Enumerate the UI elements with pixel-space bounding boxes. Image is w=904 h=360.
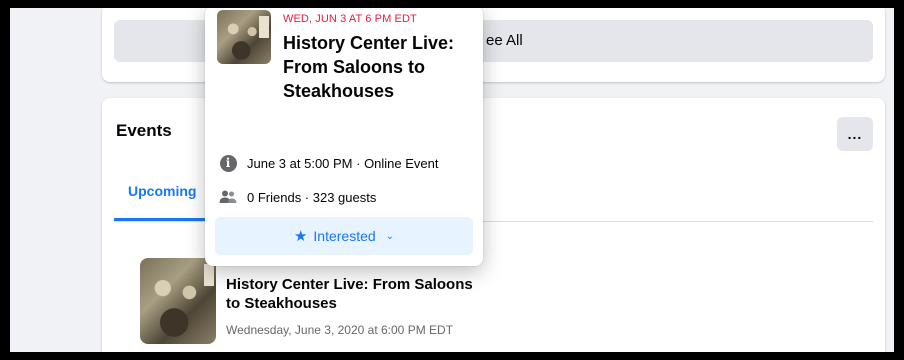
- event-title-link[interactable]: History Center Live: From Saloons to Ste…: [226, 275, 486, 313]
- popup-photo-sign: [259, 16, 269, 38]
- interested-button[interactable]: ★ Interested ⌄: [215, 217, 473, 255]
- event-hover-card: WED, JUN 3 AT 6 PM EDT History Center Li…: [205, 8, 483, 266]
- event-date: Wednesday, June 3, 2020 at 6:00 PM EDT: [226, 323, 454, 337]
- popup-time-row: i June 3 at 5:00 PM · Online Event: [219, 154, 439, 172]
- info-icon: i: [219, 154, 237, 172]
- chevron-down-icon: ⌄: [385, 230, 395, 242]
- event-thumbnail[interactable]: [140, 258, 216, 344]
- popup-time-text: June 3 at 5:00 PM · Online Event: [247, 155, 439, 171]
- page-frame: ee All Events ... Upcoming History Cente…: [10, 8, 894, 352]
- tab-upcoming[interactable]: Upcoming: [128, 183, 196, 199]
- popup-guests-text: 0 Friends · 323 guests: [247, 189, 377, 205]
- events-title: Events: [116, 121, 172, 140]
- popup-date: WED, JUN 3 AT 6 PM EDT: [283, 13, 417, 25]
- popup-title[interactable]: History Center Live: From Saloons to Ste…: [283, 31, 463, 103]
- more-options-button[interactable]: ...: [837, 117, 873, 151]
- people-icon: [219, 188, 237, 206]
- interested-label: Interested: [313, 228, 376, 244]
- popup-guests-row: 0 Friends · 323 guests: [219, 188, 376, 206]
- star-icon: ★: [293, 228, 308, 245]
- see-all-label: ee All: [486, 32, 523, 49]
- popup-thumbnail[interactable]: [217, 10, 271, 64]
- photo-sign: [204, 264, 214, 286]
